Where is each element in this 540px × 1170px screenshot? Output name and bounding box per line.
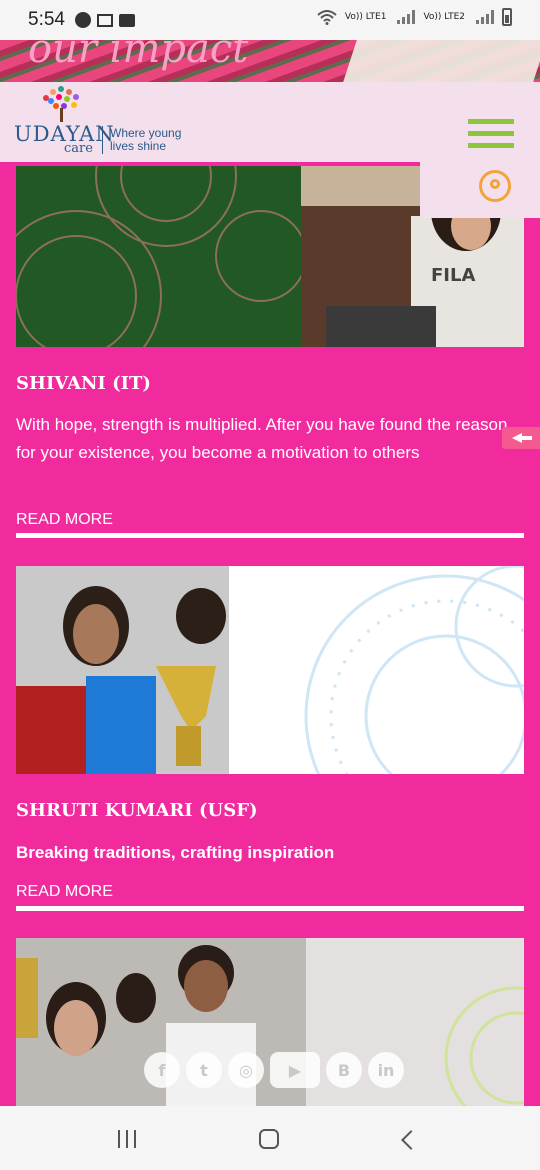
linkedin-icon[interactable]: in (368, 1052, 404, 1088)
site-header: UDAYAN care Where young lives shine (0, 82, 540, 162)
battery-icon (502, 8, 512, 26)
sim1-label: Vo)) LTE1 (344, 11, 387, 22)
message-icon (118, 13, 135, 27)
story-divider-1 (16, 533, 524, 538)
story-desc-shivani: With hope, strength is multiplied. After… (16, 415, 508, 462)
hero-script-text: our impact (28, 40, 249, 72)
status-bar: 5:54 Vo)) LTE1 Vo)) LTE2 (0, 0, 540, 40)
phone-icon (74, 12, 91, 28)
status-time: 5:54 (28, 9, 65, 30)
logo-tagline: Where young lives shine (110, 127, 181, 153)
tagline-line1: Where young (110, 126, 182, 140)
social-links: f t ◎ ▶ B in (144, 1052, 404, 1088)
facebook-icon[interactable]: f (144, 1052, 180, 1088)
youtube-icon[interactable]: ▶ (270, 1052, 320, 1088)
story-desc-shruti: Breaking traditions, crafting inspiratio… (16, 843, 335, 862)
logo-care: care (64, 141, 93, 156)
story-card-shruti (16, 566, 524, 774)
search-icon (479, 170, 511, 202)
search-button[interactable] (420, 162, 540, 218)
signal2-icon (476, 10, 494, 24)
back-button[interactable] (401, 1130, 421, 1150)
back-arrow-tab[interactable] (502, 427, 540, 449)
recents-button[interactable] (118, 1130, 142, 1148)
twitter-icon[interactable]: t (186, 1052, 222, 1088)
udayan-logo[interactable]: UDAYAN care Where young lives shine (14, 86, 204, 156)
home-button[interactable] (259, 1129, 279, 1149)
hero-banner: our impact (0, 40, 540, 82)
logo-divider (102, 126, 103, 154)
shirt-logo-text: FILA (431, 265, 475, 286)
story-image-shruti[interactable] (16, 566, 524, 774)
instagram-icon[interactable]: ◎ (228, 1052, 264, 1088)
hero-paper (343, 40, 540, 82)
tagline-line2: lives shine (110, 139, 167, 153)
sim2-label: Vo)) LTE2 (423, 11, 465, 22)
story-title-shruti[interactable]: SHRUTI KUMARI (USF) (16, 800, 258, 821)
hamburger-menu-icon[interactable] (468, 119, 514, 151)
blogger-icon[interactable]: B (326, 1052, 362, 1088)
shruti-photo (16, 566, 524, 774)
gallery-icon (96, 13, 113, 27)
read-more-shruti[interactable]: READ MORE (16, 883, 113, 901)
story-title-shivani[interactable]: SHIVANI (IT) (16, 373, 151, 394)
read-more-shivani[interactable]: READ MORE (16, 511, 113, 529)
logo-tree-icon (43, 86, 79, 122)
system-nav-bar (0, 1106, 540, 1170)
story-divider-2 (16, 906, 524, 911)
wifi-icon (317, 10, 337, 25)
signal1-icon (397, 10, 416, 24)
